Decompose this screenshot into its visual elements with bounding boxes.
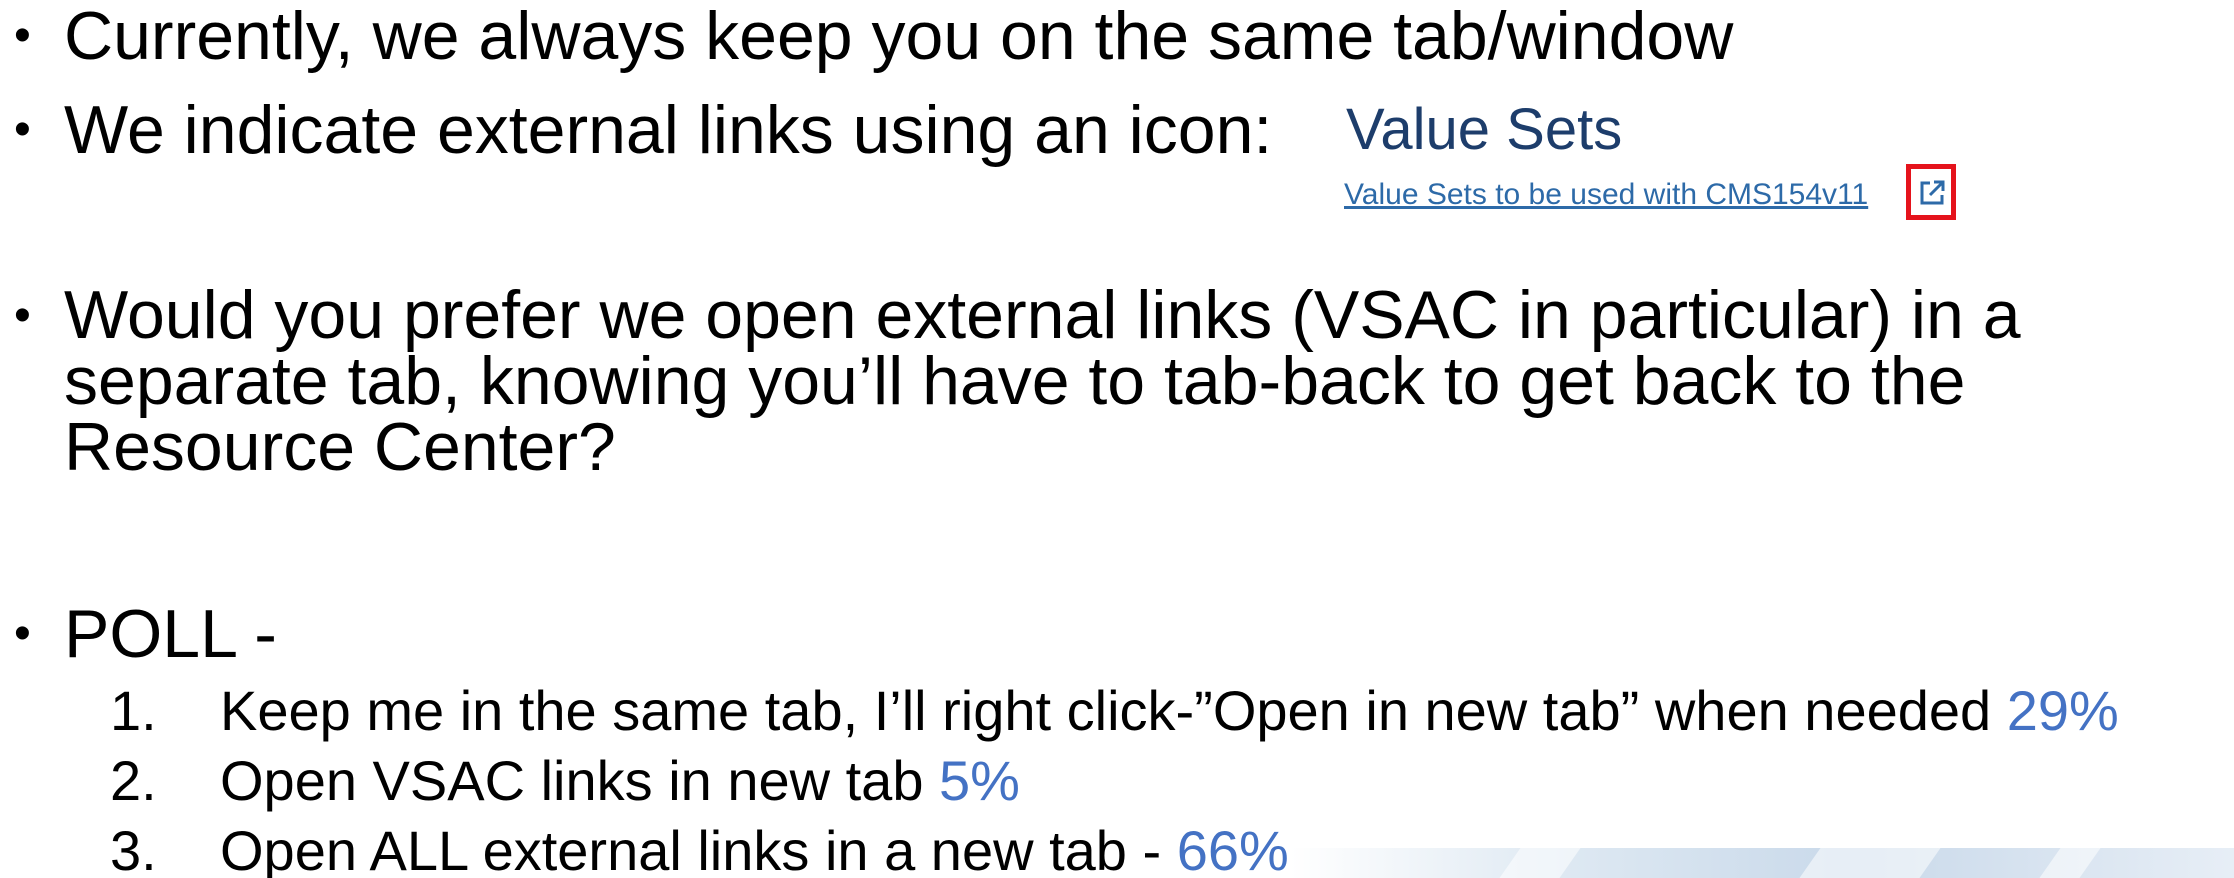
icon-highlight-box	[1906, 164, 1956, 220]
bullet-text: Currently, we always keep you on the sam…	[64, 0, 1734, 74]
value-sets-title: Value Sets	[1346, 97, 1623, 162]
bullet-dot: •	[14, 9, 31, 62]
poll-number: 3.	[110, 819, 157, 878]
poll-text: Open ALL external links in a new tab - 6…	[220, 816, 1289, 878]
bullet-dot: •	[14, 289, 31, 342]
poll-label: Open VSAC links in new tab	[220, 749, 940, 812]
value-sets-link[interactable]: Value Sets to be used with CMS154v11	[1344, 177, 1868, 213]
poll-percent: 66%	[1176, 819, 1289, 878]
poll-number: 2.	[110, 749, 157, 812]
poll-percent: 5%	[939, 749, 1020, 812]
poll-number: 1.	[110, 679, 157, 742]
bullet-dot: •	[14, 607, 31, 660]
poll-text: Open VSAC links in new tab 5%	[220, 746, 1020, 816]
poll-percent: 29%	[2006, 679, 2119, 742]
bullet-text: POLL -	[64, 596, 277, 672]
poll-label: Open ALL external links in a new tab -	[220, 819, 1177, 878]
bullet-dot: •	[14, 103, 31, 156]
bullet-text: Would you prefer we open external links …	[64, 277, 2021, 485]
bullet-text: We indicate external links using an icon…	[64, 92, 1273, 168]
poll-text: Keep me in the same tab, I’ll right clic…	[220, 676, 2119, 746]
decorative-band	[1290, 848, 2234, 878]
slide: • Currently, we always keep you on the s…	[0, 0, 2234, 878]
poll-label: Keep me in the same tab, I’ll right clic…	[220, 679, 2007, 742]
